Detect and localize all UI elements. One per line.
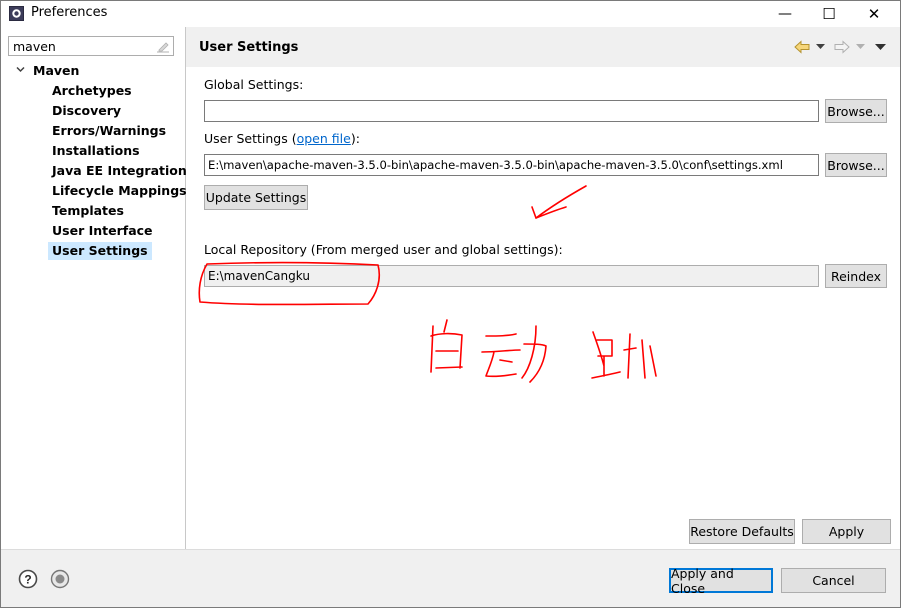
- tree-item-maven[interactable]: Maven: [33, 63, 79, 78]
- back-arrow-icon[interactable]: [794, 40, 810, 54]
- open-file-link[interactable]: open file: [297, 131, 351, 146]
- eclipse-preferences-icon: [9, 6, 24, 21]
- tree-item-discovery[interactable]: Discovery: [48, 102, 125, 120]
- back-menu-dropdown-icon[interactable]: [816, 44, 825, 50]
- local-repository-label: Local Repository (From merged user and g…: [204, 242, 563, 257]
- user-settings-browse-button[interactable]: Browse...: [825, 153, 887, 177]
- view-menu-dropdown-icon[interactable]: [875, 44, 886, 51]
- minimize-button[interactable]: —: [763, 1, 807, 27]
- user-settings-label: User Settings (open file):: [204, 131, 360, 146]
- window-title: Preferences: [31, 5, 108, 20]
- filter-input-value: maven: [13, 39, 56, 54]
- maximize-button[interactable]: ☐: [807, 1, 851, 27]
- close-button[interactable]: ✕: [852, 1, 896, 27]
- tree-item-user-settings[interactable]: User Settings: [48, 242, 152, 260]
- help-icon-glyph: ?: [24, 573, 31, 587]
- global-settings-label: Global Settings:: [204, 77, 304, 92]
- filter-input[interactable]: maven: [8, 36, 174, 56]
- apply-and-close-button[interactable]: Apply and Close: [669, 566, 773, 596]
- forward-menu-dropdown-icon[interactable]: [856, 44, 865, 50]
- tree-item-archetypes[interactable]: Archetypes: [48, 82, 136, 100]
- import-export-icon[interactable]: [50, 569, 70, 589]
- tree-item-installations[interactable]: Installations: [48, 142, 144, 160]
- page-title: User Settings: [199, 40, 299, 55]
- global-settings-browse-button[interactable]: Browse...: [825, 99, 887, 123]
- global-settings-field[interactable]: [204, 100, 819, 122]
- cancel-button[interactable]: Cancel: [781, 568, 886, 593]
- reindex-button[interactable]: Reindex: [825, 264, 887, 288]
- local-repository-field[interactable]: E:\mavenCangku: [204, 265, 819, 287]
- user-settings-label-prefix: User Settings (: [204, 131, 297, 146]
- tree-item-errors-warnings[interactable]: Errors/Warnings: [48, 122, 170, 140]
- user-settings-field[interactable]: E:\maven\apache-maven-3.5.0-bin\apache-m…: [204, 154, 819, 176]
- tree-item-lifecycle-mappings[interactable]: Lifecycle Mappings: [48, 182, 191, 200]
- tree-item-user-interface[interactable]: User Interface: [48, 222, 157, 240]
- tree-expanded-arrow-icon[interactable]: [15, 64, 26, 75]
- apply-button[interactable]: Apply: [802, 519, 891, 544]
- help-icon[interactable]: ?: [18, 569, 38, 589]
- update-settings-button[interactable]: Update Settings: [204, 185, 308, 210]
- tree-item-templates[interactable]: Templates: [48, 202, 128, 220]
- forward-arrow-icon[interactable]: [834, 40, 850, 54]
- restore-defaults-button[interactable]: Restore Defaults: [689, 519, 795, 544]
- clear-filter-icon[interactable]: [156, 39, 170, 53]
- user-settings-label-suffix: ):: [350, 131, 360, 146]
- tree-item-java-ee-integration[interactable]: Java EE Integration: [48, 162, 191, 180]
